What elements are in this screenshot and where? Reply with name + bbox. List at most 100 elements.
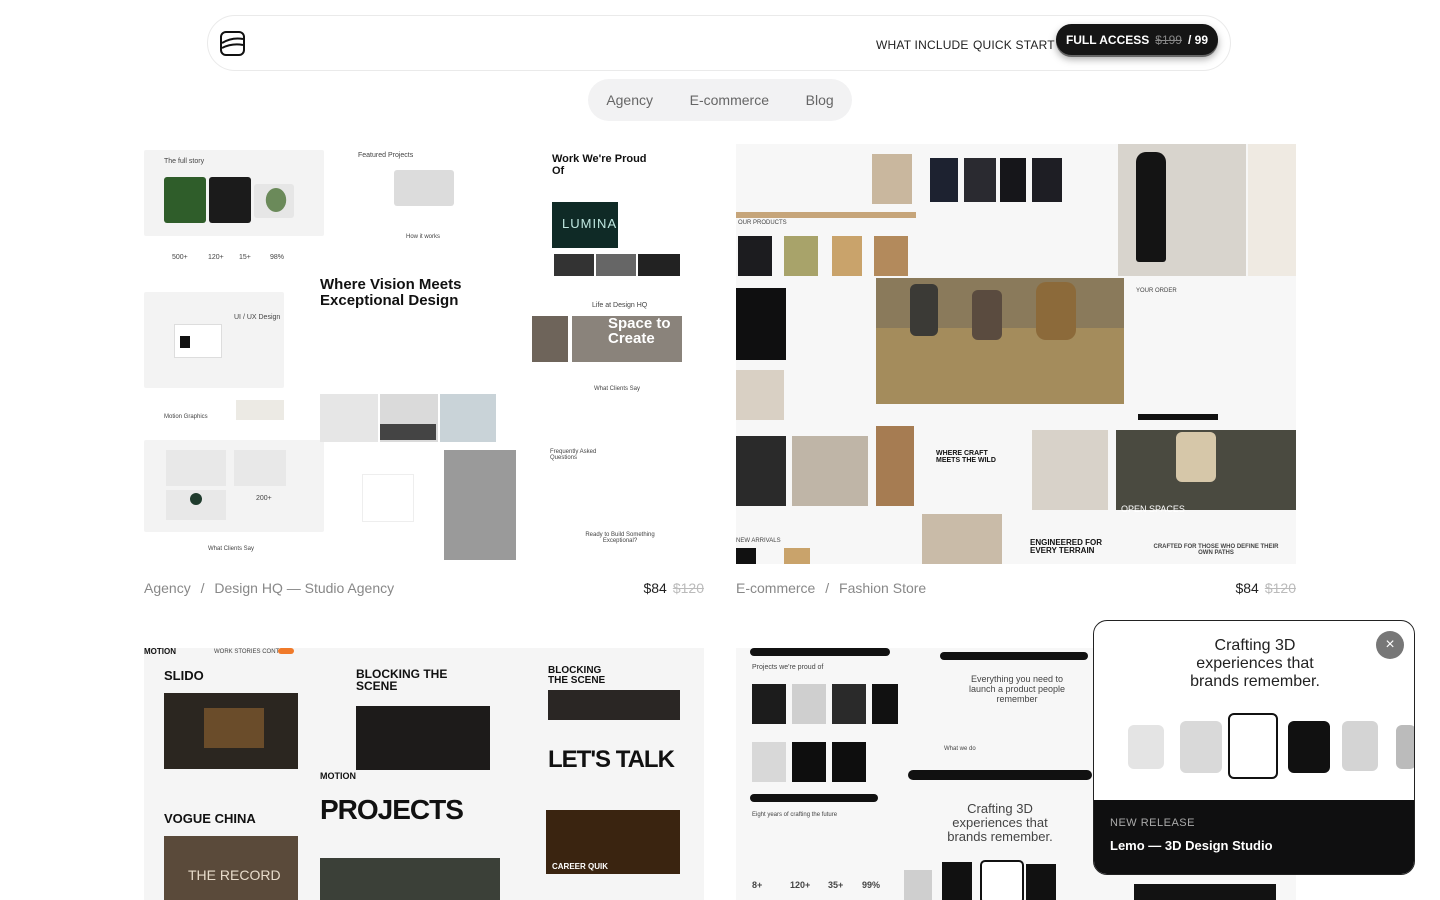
product-thumbnail[interactable]: The full story 500+ 120+ 15+ 98% UI / UX… — [144, 144, 704, 564]
thumb-image — [832, 742, 866, 782]
thumb-image — [736, 288, 786, 360]
preview-card-selected — [1228, 713, 1278, 779]
full-access-label: FULL ACCESS — [1065, 32, 1150, 47]
thumb-image — [750, 648, 890, 656]
category-blog[interactable]: Blog — [800, 92, 840, 108]
thumb-image — [1000, 158, 1026, 202]
thumb-image — [236, 400, 284, 420]
thumb-image — [784, 548, 810, 564]
thumb-headline: Where Vision Meets Exceptional Design — [320, 276, 462, 309]
product-name[interactable]: Design HQ — Studio Agency — [214, 580, 394, 596]
thumb-text: Everything you need to launch a product … — [968, 674, 1066, 704]
popup-headline-line: Crafting 3D — [1214, 637, 1296, 654]
thumb-text: Motion Graphics — [164, 414, 208, 420]
thumb-headline: BLOCKING THE SCENE — [356, 667, 448, 693]
product-thumbnail[interactable]: OUR PRODUCTS YOUR ORDER WHERE CRAFT MEET… — [736, 144, 1296, 564]
thumb-image — [1138, 414, 1218, 420]
product-card-motion[interactable]: MOTION WORK STORIES CONTACT SLIDO BLOCKI… — [144, 648, 704, 900]
thumb-image — [320, 394, 378, 442]
thumb-image — [204, 708, 264, 748]
thumb-image — [1134, 884, 1276, 900]
thumb-text: UI / UX Design — [234, 314, 281, 321]
nav-quick-start[interactable]: QUICK START — [973, 38, 1055, 52]
thumb-image — [752, 684, 786, 724]
thumb-image — [980, 860, 1024, 900]
thumb-text: What we do — [944, 746, 976, 752]
thumb-image — [320, 858, 500, 900]
thumb-image — [736, 212, 916, 218]
preview-card — [1180, 721, 1222, 773]
popup-headline-line: brands remember. — [1190, 673, 1320, 690]
product-card-design-hq[interactable]: The full story 500+ 120+ 15+ 98% UI / UX… — [144, 144, 704, 604]
thumb-text: LUMINA — [562, 216, 618, 231]
thumb-text: MOTION — [320, 771, 356, 781]
product-category[interactable]: E-commerce — [736, 580, 815, 596]
thumb-stat: 98% — [270, 254, 285, 261]
thumb-stat: 99% — [862, 880, 881, 890]
preview-card — [1128, 725, 1164, 769]
thumb-image — [910, 284, 938, 336]
thumb-stat: 35+ — [828, 880, 844, 890]
thumb-image — [356, 706, 490, 770]
thumb-text: What Clients Say — [208, 546, 255, 552]
thumb-text: WHERE CRAFT MEETS THE WILD — [936, 450, 996, 464]
thumb-image — [792, 436, 868, 506]
thumb-text: Projects we're proud of — [752, 664, 824, 671]
thumb-image — [908, 770, 1092, 780]
nav-what-include[interactable]: WHAT INCLUDE — [876, 38, 969, 52]
thumb-image — [596, 254, 636, 276]
thumb-image — [874, 236, 908, 276]
product-price: $84 $120 — [643, 580, 704, 596]
thumb-image — [440, 394, 496, 442]
thumb-badge — [278, 648, 294, 654]
close-icon[interactable]: × — [1376, 631, 1404, 659]
thumb-text: Crafting 3D experiences that brands reme… — [947, 801, 1053, 844]
product-name[interactable]: Fashion Store — [839, 580, 926, 596]
thumb-image — [832, 684, 866, 724]
old-price: $199 — [1155, 32, 1182, 47]
thumb-image — [752, 742, 786, 782]
product-card-fashion-store[interactable]: OUR PRODUCTS YOUR ORDER WHERE CRAFT MEET… — [736, 144, 1296, 604]
preview-card — [1288, 721, 1330, 773]
thumb-image — [180, 336, 190, 348]
popup-headline-line: experiences that — [1196, 655, 1314, 672]
product-caption: Agency / Design HQ — Studio Agency $84 $1… — [144, 580, 704, 596]
thumb-stat: 500+ — [172, 254, 188, 261]
product-thumbnail[interactable]: MOTION WORK STORIES CONTACT SLIDO BLOCKI… — [144, 648, 704, 900]
popup-tag: NEW RELEASE — [1110, 817, 1195, 829]
thumb-image — [554, 254, 594, 276]
thumb-image — [750, 794, 878, 802]
thumb-text: Eight years of crafting the future — [752, 812, 838, 818]
thumb-image — [1032, 430, 1108, 510]
thumb-headline: Work We're Proud Of — [552, 153, 647, 177]
thumb-image — [548, 690, 680, 720]
category-agency[interactable]: Agency — [600, 92, 659, 108]
full-access-button[interactable]: FULL ACCESS $199 / 99 — [1055, 24, 1218, 55]
thumb-image — [1032, 158, 1062, 202]
thumb-image — [872, 154, 912, 204]
new-price: / 99 — [1187, 32, 1208, 47]
thumb-headline: VOGUE CHINA — [164, 811, 256, 826]
thumb-stat: 200+ — [256, 495, 272, 502]
thumb-image — [832, 236, 862, 276]
thumb-text: How it works — [406, 234, 441, 240]
thumb-image — [940, 652, 1088, 660]
thumb-text: Frequently Asked Questions — [550, 449, 597, 461]
thumb-text: ENGINEERED FOR EVERY TERRAIN — [1030, 538, 1103, 555]
thumb-image — [394, 170, 454, 206]
thumb-image — [1248, 144, 1296, 276]
thumb-image — [784, 236, 818, 276]
thumb-image — [872, 684, 898, 724]
category-ecommerce[interactable]: E-commerce — [684, 92, 775, 108]
thumb-headline: LET'S TALK — [548, 746, 675, 773]
category-filter: Agency E-commerce Blog — [588, 79, 852, 121]
thumb-text: Featured Projects — [358, 152, 414, 159]
product-category[interactable]: Agency — [144, 580, 191, 596]
logo-icon[interactable] — [220, 31, 245, 56]
popup-title[interactable]: Lemo — 3D Design Studio — [1110, 838, 1273, 853]
thumb-text: CRAFTED FOR THOSE WHO DEFINE THEIR OWN P… — [1153, 544, 1279, 556]
original-price: $120 — [672, 580, 704, 596]
new-release-popup[interactable]: Crafting 3D experiences that brands reme… — [1093, 620, 1415, 875]
thumb-image — [166, 450, 226, 486]
thumb-image — [922, 514, 1002, 564]
